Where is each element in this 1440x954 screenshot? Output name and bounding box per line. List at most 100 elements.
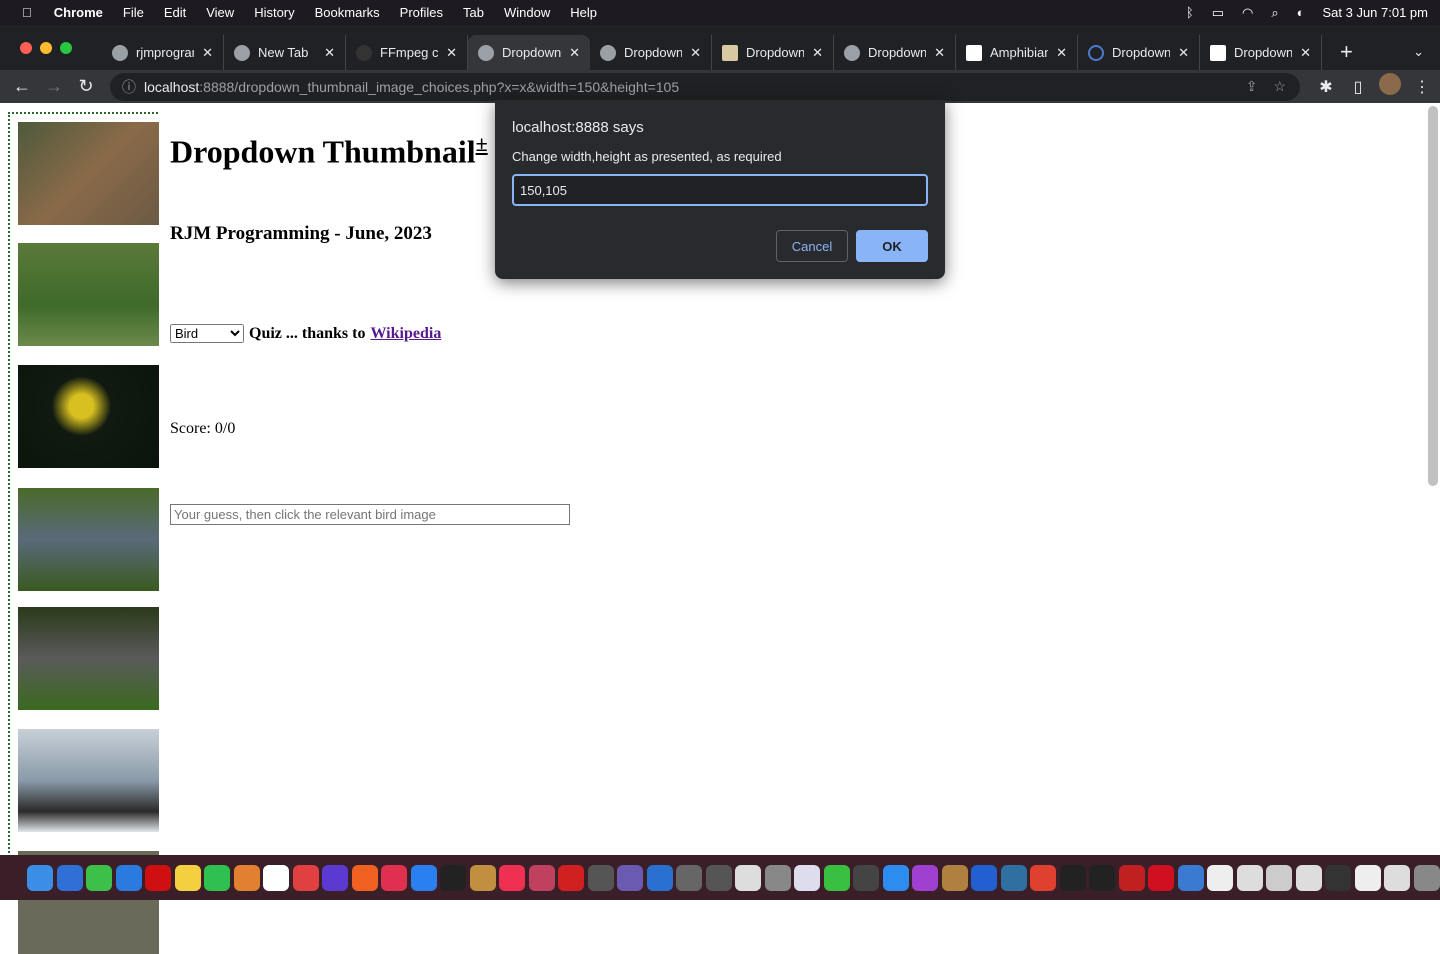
- dock-app-icon[interactable]: [1118, 864, 1145, 891]
- minimize-window-button[interactable]: [40, 41, 52, 54]
- thumbnail-owl[interactable]: [18, 122, 159, 225]
- dock-app-icon[interactable]: [145, 864, 171, 891]
- dock-app-icon[interactable]: [1384, 864, 1410, 891]
- dock-app-icon[interactable]: [233, 864, 260, 891]
- dock-app-icon[interactable]: [1413, 864, 1440, 891]
- cancel-button[interactable]: Cancel: [776, 230, 848, 262]
- dock-app-icon[interactable]: [617, 864, 643, 891]
- dock-app-icon[interactable]: [1177, 864, 1204, 891]
- menu-help[interactable]: Help: [570, 5, 597, 20]
- apple-icon[interactable]: : [22, 5, 32, 20]
- dock-app-icon[interactable]: [440, 864, 466, 891]
- close-tab-icon[interactable]: ✕: [1056, 45, 1067, 61]
- scrollbar[interactable]: [1428, 106, 1438, 486]
- dock-app-icon[interactable]: [381, 864, 407, 891]
- forward-button[interactable]: →: [38, 76, 70, 97]
- tab[interactable]: Dropdown ✕: [834, 35, 956, 70]
- dock-app-icon[interactable]: [27, 864, 53, 891]
- tab-search-chevron-icon[interactable]: ⌄: [1413, 44, 1440, 60]
- wifi-icon[interactable]: ◠: [1242, 5, 1253, 21]
- dock-app-icon[interactable]: [1354, 864, 1381, 891]
- menu-bookmarks[interactable]: Bookmarks: [315, 5, 380, 20]
- dock-app-icon[interactable]: [115, 864, 142, 891]
- bluetooth-icon[interactable]: ᛒ: [1186, 5, 1194, 20]
- extensions-icon[interactable]: ✱: [1310, 77, 1342, 97]
- tab[interactable]: Dropdown ✕: [590, 35, 712, 70]
- dock-app-icon[interactable]: [705, 864, 732, 891]
- dock-app-icon[interactable]: [1059, 864, 1086, 891]
- clock[interactable]: Sat 3 Jun 7:01 pm: [1322, 5, 1428, 20]
- close-tab-icon[interactable]: ✕: [324, 45, 335, 61]
- dock-app-icon[interactable]: [676, 864, 702, 891]
- dock-app-icon[interactable]: [322, 864, 348, 891]
- thumbnail-shoebill[interactable]: [18, 488, 159, 591]
- dock-app-icon[interactable]: [1030, 864, 1056, 891]
- close-tab-icon[interactable]: ✕: [202, 45, 213, 61]
- tab-active[interactable]: Dropdown ✕: [468, 35, 590, 70]
- reload-button[interactable]: ↻: [70, 76, 102, 97]
- dock-app-icon[interactable]: [882, 864, 909, 891]
- dialog-input[interactable]: [512, 174, 928, 206]
- dock-app-icon[interactable]: [351, 864, 378, 891]
- dock-app-icon[interactable]: [1207, 864, 1233, 891]
- control-center-icon[interactable]: ◐: [1297, 5, 1305, 20]
- close-tab-icon[interactable]: ✕: [812, 45, 823, 61]
- zoom-window-button[interactable]: [60, 41, 72, 54]
- dock-app-icon[interactable]: [1325, 864, 1351, 891]
- tab[interactable]: rjmprogrammin✕: [102, 35, 224, 70]
- address-bar[interactable]: ⓘ localhost:8888/dropdown_thumbnail_imag…: [110, 72, 1300, 101]
- share-icon[interactable]: ⇪: [1246, 78, 1258, 95]
- bookmark-star-icon[interactable]: ☆: [1273, 78, 1286, 95]
- dock-app-icon[interactable]: [86, 864, 112, 891]
- close-tab-icon[interactable]: ✕: [569, 45, 580, 61]
- close-window-button[interactable]: [20, 41, 32, 54]
- guess-input[interactable]: [170, 504, 570, 525]
- thumbnail-booby[interactable]: [18, 729, 159, 832]
- close-tab-icon[interactable]: ✕: [934, 45, 945, 61]
- tab[interactable]: Dropdown ✕: [1078, 35, 1200, 70]
- menu-kebab-icon[interactable]: ⋮: [1406, 77, 1438, 97]
- dock-app-icon[interactable]: [1295, 864, 1322, 891]
- dock-app-icon[interactable]: [499, 864, 525, 891]
- tab[interactable]: FFmpeg cl ✕: [346, 35, 468, 70]
- dock-app-icon[interactable]: [1089, 864, 1115, 891]
- menu-profiles[interactable]: Profiles: [400, 5, 443, 20]
- dock-app-icon[interactable]: [764, 864, 791, 891]
- dock-app-icon[interactable]: [735, 864, 761, 891]
- side-panel-icon[interactable]: ▯: [1342, 77, 1374, 97]
- dock-app-icon[interactable]: [263, 864, 289, 891]
- wikipedia-link[interactable]: Wikipedia: [370, 325, 441, 343]
- menu-window[interactable]: Window: [504, 5, 550, 20]
- battery-icon[interactable]: ▭: [1212, 5, 1224, 21]
- dock-app-icon[interactable]: [853, 864, 879, 891]
- menu-edit[interactable]: Edit: [164, 5, 186, 20]
- toggle-size-link[interactable]: ±: [476, 131, 488, 156]
- info-icon[interactable]: ⓘ: [122, 77, 136, 97]
- category-select[interactable]: Bird: [170, 324, 244, 343]
- dock-app-icon[interactable]: [292, 864, 319, 891]
- ok-button[interactable]: OK: [856, 230, 928, 262]
- dock-app-icon[interactable]: [410, 864, 437, 891]
- menu-view[interactable]: View: [206, 5, 234, 20]
- dock-app-icon[interactable]: [528, 864, 555, 891]
- dock-app-icon[interactable]: [1266, 864, 1292, 891]
- dock-app-icon[interactable]: [646, 864, 673, 891]
- dock-app-icon[interactable]: [558, 864, 584, 891]
- tab[interactable]: New Tab ✕: [224, 35, 346, 70]
- new-tab-button[interactable]: +: [1340, 39, 1353, 65]
- close-tab-icon[interactable]: ✕: [690, 45, 701, 61]
- close-tab-icon[interactable]: ✕: [446, 45, 457, 61]
- dock-app-icon[interactable]: [469, 864, 496, 891]
- close-tab-icon[interactable]: ✕: [1300, 45, 1311, 61]
- tab[interactable]: Dropdown ✕: [712, 35, 834, 70]
- tab[interactable]: Amphibian ✕: [956, 35, 1078, 70]
- dock-app-icon[interactable]: [1236, 864, 1263, 891]
- dock-app-icon[interactable]: [204, 864, 230, 891]
- menu-tab[interactable]: Tab: [463, 5, 484, 20]
- dock-app-icon[interactable]: [174, 864, 201, 891]
- avatar[interactable]: [1374, 73, 1406, 100]
- thumbnail-heron[interactable]: [18, 607, 159, 710]
- dock-app-icon[interactable]: [941, 864, 968, 891]
- thumbnail-crowned-crane[interactable]: [18, 243, 159, 346]
- dock-app-icon[interactable]: [823, 864, 850, 891]
